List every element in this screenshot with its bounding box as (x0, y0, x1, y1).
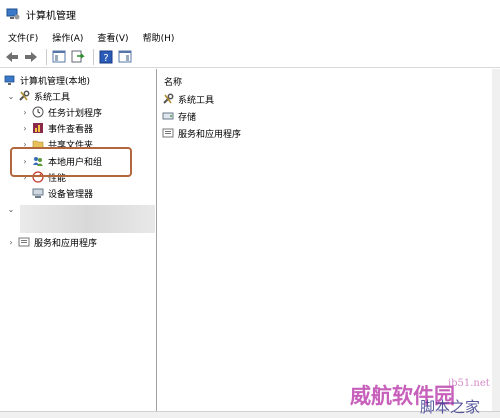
tree-item-system-tools[interactable]: ⌄ 系统工具 (6, 89, 70, 103)
export-list-icon[interactable] (70, 49, 86, 65)
tree-item-services-apps[interactable]: › 服务和应用程序 (6, 235, 97, 249)
navigation-tree: 计算机管理(本地) ⌄ 系统工具 › 任务计划程序 › 事件查看器 › 共享文件… (0, 69, 157, 411)
toolbar-separator (93, 48, 94, 65)
column-header-name[interactable]: 名称 (164, 75, 182, 88)
event-viewer-icon (32, 122, 44, 134)
computer-management-icon (4, 74, 16, 86)
list-item[interactable]: 服务和应用程序 (162, 126, 241, 140)
device-manager-icon (32, 187, 44, 199)
chevron-right-icon[interactable]: › (6, 237, 16, 247)
svg-text:?: ? (103, 53, 108, 64)
tree-item-root[interactable]: 计算机管理(本地) (4, 73, 90, 87)
tools-icon (162, 93, 174, 105)
clock-icon (32, 106, 44, 118)
menu-help[interactable]: 帮助(H) (139, 31, 179, 44)
storage-icon (162, 110, 174, 122)
blurred-region (20, 205, 155, 233)
forward-arrow-icon[interactable] (23, 49, 39, 65)
services-icon (162, 127, 174, 139)
services-icon (18, 236, 30, 248)
menu-action[interactable]: 操作(A) (48, 31, 87, 44)
list-item[interactable]: 存储 (162, 109, 196, 123)
help-icon[interactable]: ? (98, 49, 114, 65)
window-title: 计算机管理 (26, 10, 76, 22)
vertical-scrollbar[interactable] (492, 69, 500, 411)
menu-bar: 文件(F) 操作(A) 查看(V) 帮助(H) (0, 28, 500, 46)
content-pane: 名称 系统工具 存储 服务和应用程序 (158, 69, 492, 411)
tree-item-device-manager[interactable]: 设备管理器 (32, 186, 93, 200)
list-item[interactable]: 系统工具 (162, 92, 214, 106)
toolbar-separator (46, 48, 47, 65)
tree-item-event-viewer[interactable]: › 事件查看器 (20, 121, 93, 135)
toolbar: ? (0, 46, 500, 68)
tools-icon (18, 90, 30, 102)
chevron-right-icon[interactable]: › (20, 107, 30, 117)
watermark-tagline: 脚本之家 (420, 398, 481, 416)
tree-item-storage[interactable]: ⌄ (6, 202, 18, 216)
menu-view[interactable]: 查看(V) (93, 31, 132, 44)
chevron-right-icon[interactable]: › (20, 123, 30, 133)
properties-icon[interactable] (117, 49, 133, 65)
back-arrow-icon[interactable] (4, 49, 20, 65)
title-bar: 计算机管理 (0, 0, 500, 28)
highlight-box (10, 147, 132, 177)
show-hide-tree-icon[interactable] (51, 49, 67, 65)
computer-management-icon (6, 7, 20, 21)
menu-file[interactable]: 文件(F) (4, 31, 42, 44)
tree-item-task-scheduler[interactable]: › 任务计划程序 (20, 105, 102, 119)
chevron-down-icon[interactable]: ⌄ (6, 91, 16, 101)
chevron-down-icon[interactable]: ⌄ (6, 204, 16, 214)
